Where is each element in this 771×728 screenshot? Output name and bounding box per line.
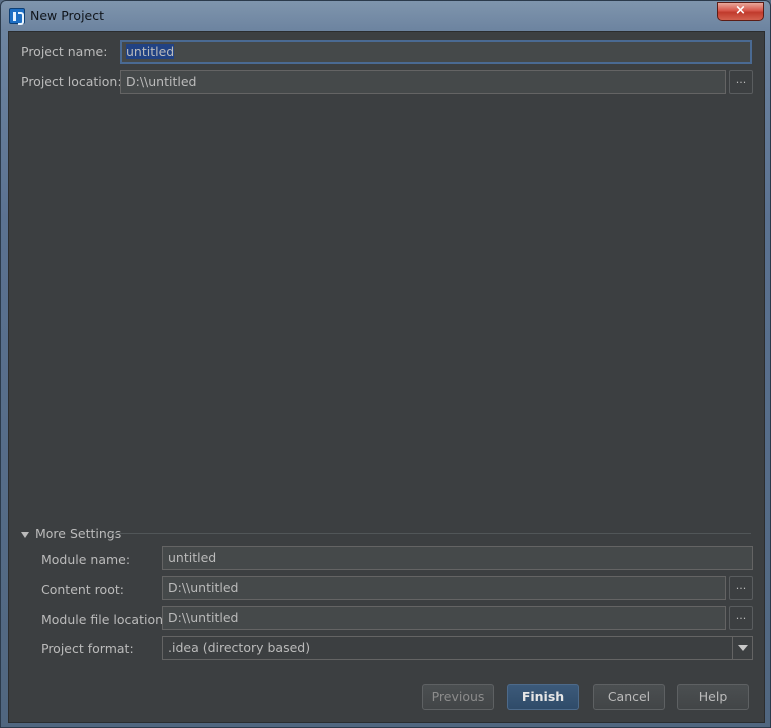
project-format-value: .idea (directory based) bbox=[168, 640, 311, 655]
cancel-button[interactable]: Cancel bbox=[593, 684, 665, 710]
project-format-label: Project format: bbox=[41, 641, 134, 656]
project-location-browse-button[interactable]: ... bbox=[729, 70, 753, 94]
project-location-input[interactable]: D:\\untitled bbox=[120, 70, 726, 94]
intellij-idea-icon bbox=[9, 8, 25, 25]
dialog-content: Project name: untitled Project location:… bbox=[8, 31, 765, 723]
module-file-location-input[interactable]: D:\\untitled bbox=[162, 606, 726, 630]
module-file-location-label: Module file location: bbox=[41, 612, 168, 627]
triangle-down-icon bbox=[21, 531, 29, 538]
close-button[interactable]: × bbox=[717, 2, 764, 21]
module-name-input[interactable]: untitled bbox=[162, 546, 753, 570]
project-name-input[interactable]: untitled bbox=[120, 40, 752, 64]
content-root-label: Content root: bbox=[41, 582, 124, 597]
content-root-value: D:\\untitled bbox=[168, 580, 239, 595]
previous-button[interactable]: Previous bbox=[422, 684, 494, 710]
project-location-value: D:\\untitled bbox=[126, 74, 197, 89]
title-bar[interactable]: New Project × bbox=[1, 1, 771, 31]
project-format-select[interactable]: .idea (directory based) bbox=[162, 636, 753, 660]
help-button[interactable]: Help bbox=[677, 684, 749, 710]
project-name-value: untitled bbox=[126, 44, 175, 59]
section-separator bbox=[109, 533, 751, 534]
module-file-location-browse-button[interactable]: ... bbox=[729, 606, 753, 630]
finish-button[interactable]: Finish bbox=[507, 684, 579, 710]
content-root-input[interactable]: D:\\untitled bbox=[162, 576, 726, 600]
project-location-label: Project location: bbox=[21, 74, 122, 89]
content-root-browse-button[interactable]: ... bbox=[729, 576, 753, 600]
project-name-label: Project name: bbox=[21, 44, 108, 59]
module-file-location-value: D:\\untitled bbox=[168, 610, 239, 625]
window-frame: New Project × Project name: untitled Pro… bbox=[0, 0, 771, 728]
module-name-value: untitled bbox=[168, 550, 217, 565]
window-title: New Project bbox=[30, 8, 105, 23]
more-settings-toggle[interactable]: More Settings bbox=[21, 526, 121, 541]
chevron-down-icon[interactable] bbox=[732, 637, 752, 659]
module-name-label: Module name: bbox=[41, 552, 131, 567]
